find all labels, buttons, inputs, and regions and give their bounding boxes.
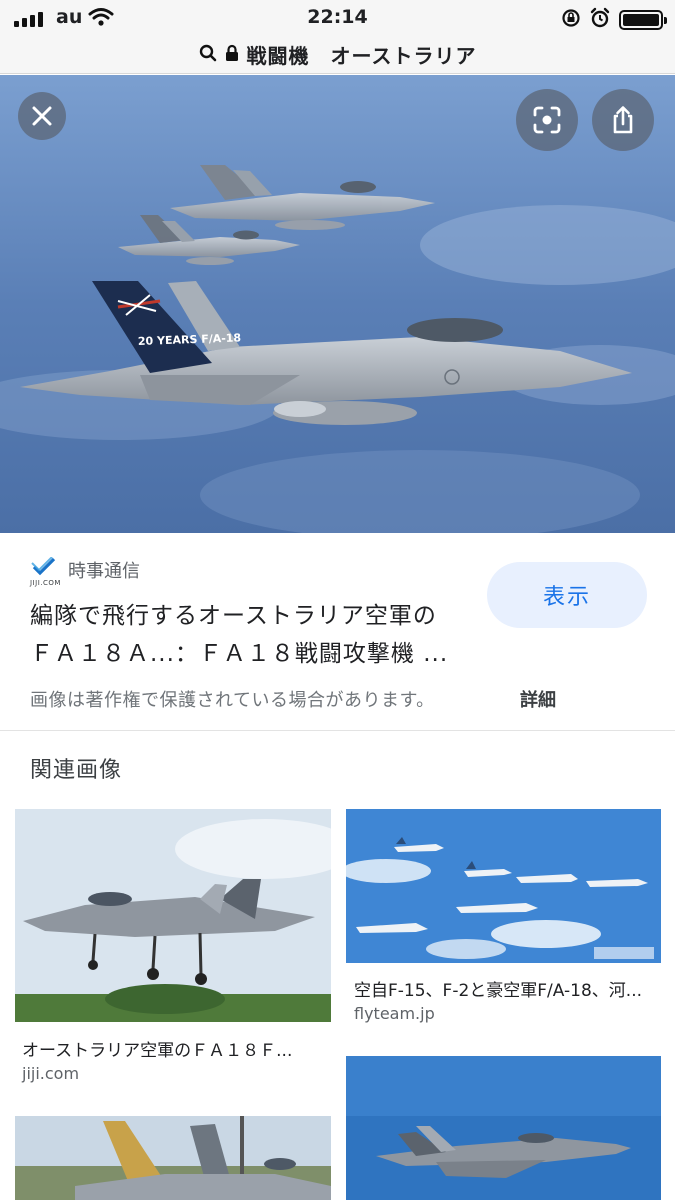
related-image-3[interactable] [15,1116,331,1200]
share-icon [609,105,637,135]
result-title-line1: 編隊で飛行するオーストラリア空軍の [30,603,437,629]
orientation-lock-icon [561,8,581,32]
alarm-icon [589,7,611,33]
result-title-line2: ＦＡ１８Ａ...：ＦＡ１８戦闘攻撃機 ... [30,641,449,667]
lock-icon [225,44,239,66]
source-name: 時事通信 [68,561,140,582]
related-caption-2[interactable]: 空自F-15、F-2と豪空軍F/A-18、河... [354,976,642,1001]
status-bar: au 22:14 [0,0,675,36]
url-bar[interactable]: 戦闘機 オーストラリア [0,36,675,74]
share-button[interactable] [592,89,654,151]
close-icon [31,105,53,127]
search-icon [199,44,217,66]
close-button[interactable] [18,92,66,140]
battery-icon [619,10,667,30]
hero-image[interactable]: 20 YEARS F/A-18 [0,75,675,533]
related-image-4[interactable] [346,1056,661,1200]
related-domain-2: flyteam.jp [354,1004,435,1023]
view-button[interactable]: 表示 [487,562,647,628]
lens-icon [532,105,562,135]
related-image-1[interactable] [15,809,331,1022]
related-domain-1: jiji.com [22,1064,80,1083]
details-link[interactable]: 詳細 [520,686,556,712]
related-caption-1[interactable]: オーストラリア空軍のＦＡ１８Ｆ... [22,1036,292,1061]
source-logo-text: JIJI.COM [30,579,61,587]
copyright-notice: 画像は著作権で保護されている場合があります。 [30,690,435,711]
url-text: 戦闘機 オーストラリア [246,44,477,68]
lens-button[interactable] [516,89,578,151]
related-image-2[interactable] [346,809,661,963]
related-heading: 関連画像 [30,758,123,783]
divider [0,730,675,731]
result-title[interactable]: 編隊で飛行するオーストラリア空軍の ＦＡ１８Ａ...：ＦＡ１８戦闘攻撃機 ... [30,597,480,673]
